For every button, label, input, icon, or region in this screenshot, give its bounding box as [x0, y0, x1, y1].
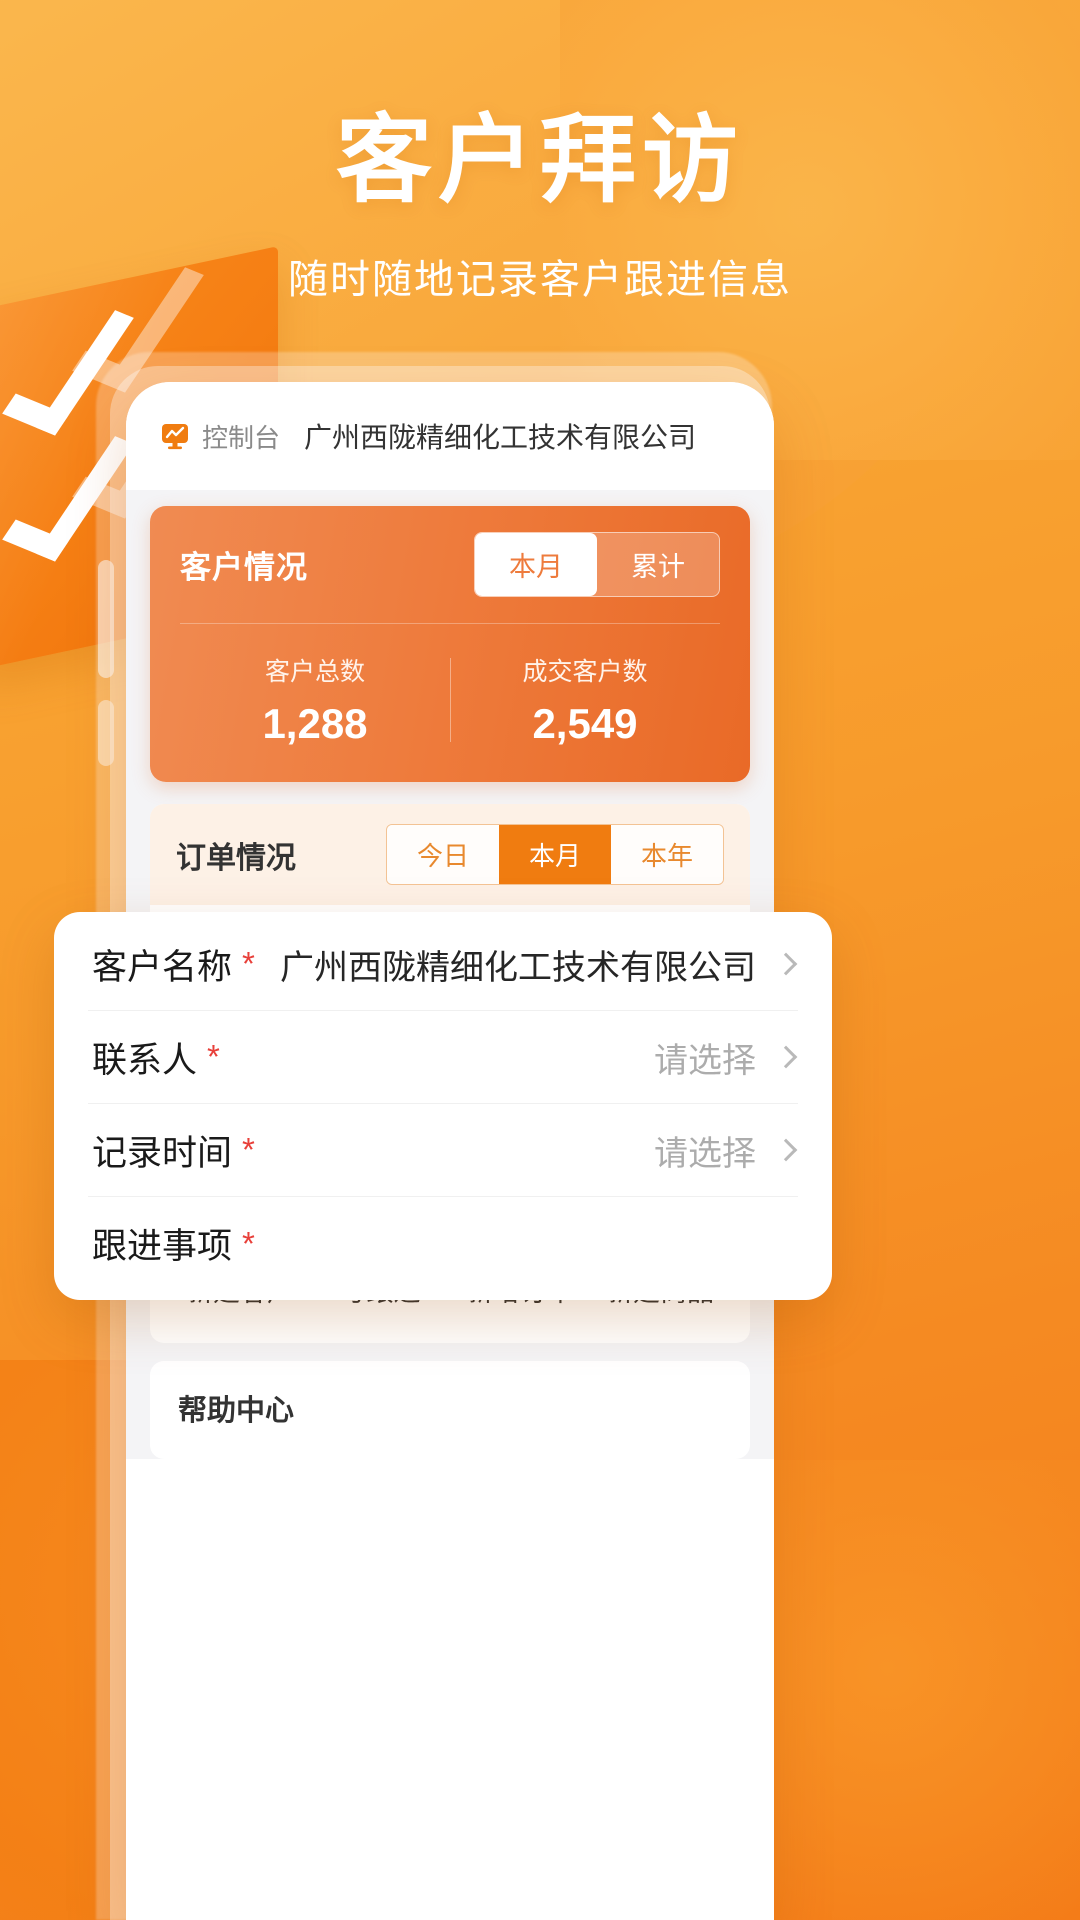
field-label: 联系人 — [92, 1040, 198, 1080]
required-marker: * — [242, 1224, 255, 1262]
page-title: 客户拜访 — [336, 107, 744, 214]
stat-closed-customers: 成交客户数 2,549 — [450, 652, 720, 748]
company-name: 广州西陇精细化工技术有限公司 — [304, 422, 697, 453]
order-tab-this-year[interactable]: 本年 — [610, 825, 723, 884]
help-center-title: 帮助中心 — [178, 1395, 295, 1427]
customer-stats-row: 客户总数 1,288 成交客户数 2,549 — [180, 652, 720, 748]
help-center-card[interactable]: 帮助中心 — [150, 1361, 750, 1459]
required-marker: * — [242, 945, 255, 982]
form-row-followup-items[interactable]: 跟进事项 * — [88, 1197, 798, 1290]
field-value: 广州西陇精细化工技术有限公司 — [280, 948, 756, 987]
field-value: 请选择 — [654, 1134, 756, 1173]
required-marker: * — [207, 1038, 220, 1075]
hero-section: 客户拜访 随时随地记录客户跟进信息 — [0, 0, 1080, 305]
stat-label: 客户总数 — [264, 658, 365, 686]
field-label: 客户名称 — [92, 947, 233, 987]
chevron-right-icon — [774, 1138, 798, 1162]
customer-tab-this-month[interactable]: 本月 — [475, 533, 597, 596]
stat-label: 成交客户数 — [522, 658, 648, 686]
field-label: 跟进事项 — [92, 1227, 233, 1266]
field-label: 记录时间 — [92, 1133, 233, 1173]
chevron-right-icon — [774, 1045, 798, 1069]
stat-value: 2,549 — [532, 700, 638, 747]
phone-volume-button — [98, 560, 114, 678]
order-card-title: 订单情况 — [176, 841, 296, 875]
order-tab-this-month[interactable]: 本月 — [498, 825, 611, 884]
order-tab-today[interactable]: 今日 — [386, 825, 499, 884]
customer-card-title: 客户情况 — [180, 550, 308, 585]
customer-period-toggle[interactable]: 本月 累计 — [474, 532, 720, 597]
form-row-contact[interactable]: 联系人 * 请选择 — [88, 1011, 798, 1104]
form-row-record-time[interactable]: 记录时间 * 请选择 — [88, 1104, 798, 1197]
required-marker: * — [242, 1131, 255, 1168]
stat-total-customers: 客户总数 1,288 — [180, 652, 450, 748]
customer-tab-cumulative[interactable]: 累计 — [597, 533, 719, 596]
app-header: 控制台 广州西陇精细化工技术有限公司 — [126, 382, 774, 490]
order-card-header: 订单情况 今日 本月 本年 — [150, 804, 750, 905]
stat-value: 1,288 — [262, 700, 368, 747]
monitor-chart-icon — [160, 421, 190, 451]
form-row-customer-name[interactable]: 客户名称 * 广州西陇精细化工技术有限公司 — [88, 918, 798, 1011]
page-subtitle: 随时随地记录客户跟进信息 — [288, 258, 792, 302]
chevron-right-icon — [774, 952, 798, 976]
phone-power-button — [98, 700, 114, 766]
customer-card-header: 客户情况 本月 累计 — [180, 532, 720, 597]
field-value: 请选择 — [654, 1041, 756, 1080]
customer-stats-card: 客户情况 本月 累计 客户总数 1,288 成交客户数 2,549 — [150, 506, 750, 782]
followup-form-card: 客户名称 * 广州西陇精细化工技术有限公司 联系人 * 请选择 记录时间 * 请… — [54, 912, 832, 1300]
order-period-toggle[interactable]: 今日 本月 本年 — [385, 824, 724, 885]
customer-card-divider — [180, 623, 720, 624]
